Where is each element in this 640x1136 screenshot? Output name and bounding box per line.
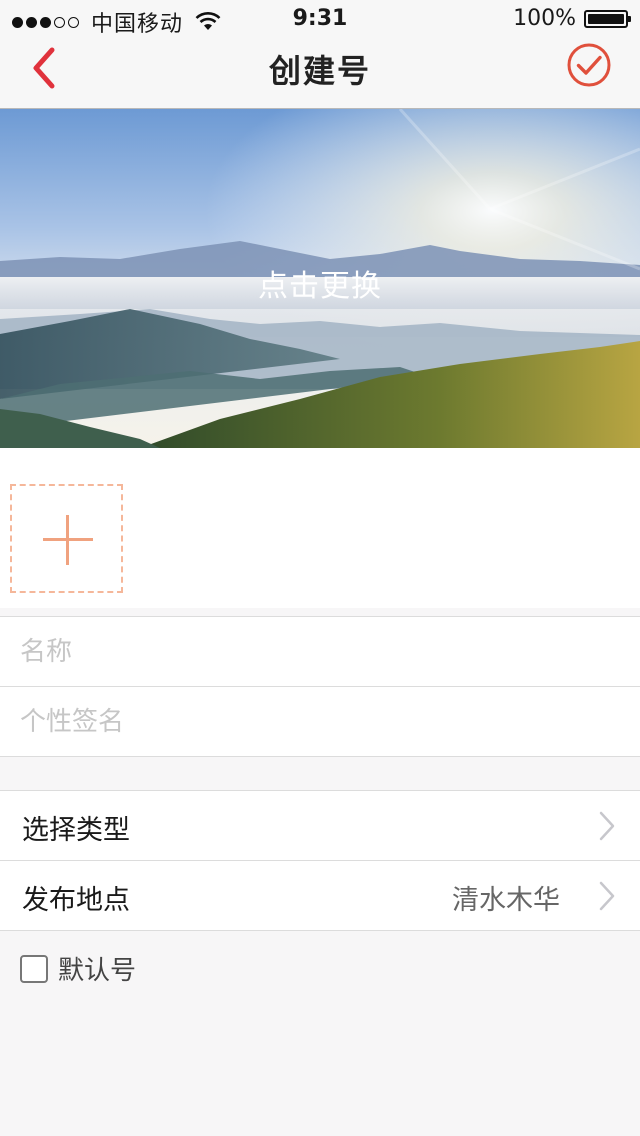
signature-row — [0, 687, 640, 757]
select-type-row[interactable]: 选择类型 — [0, 791, 640, 861]
chevron-right-icon — [599, 881, 615, 911]
status-right: 100% — [513, 6, 631, 31]
add-avatar-button[interactable] — [10, 484, 123, 593]
default-checkbox[interactable] — [20, 954, 48, 983]
navigation-bar: 创建号 — [0, 40, 640, 109]
battery-percentage: 100% — [513, 6, 576, 31]
name-input[interactable] — [20, 617, 620, 686]
plus-icon-vertical — [66, 515, 69, 565]
options-group: 选择类型 发布地点 清水木华 — [0, 790, 640, 931]
select-type-label: 选择类型 — [22, 815, 130, 846]
publish-location-value: 清水木华 — [452, 885, 560, 916]
profile-input-group — [0, 616, 640, 757]
default-account-option: 默认号 — [20, 950, 136, 987]
avatar-section — [0, 448, 640, 608]
signature-input[interactable] — [20, 687, 620, 756]
status-bar: 中国移动 9:31 100% — [0, 0, 640, 40]
publish-location-row[interactable]: 发布地点 清水木华 — [0, 861, 640, 931]
page-title: 创建号 — [268, 52, 371, 90]
change-cover-label: 点击更换 — [258, 269, 382, 304]
default-checkbox-label: 默认号 — [58, 956, 137, 986]
publish-location-label: 发布地点 — [22, 885, 130, 916]
name-row — [0, 617, 640, 687]
cover-image[interactable]: 点击更换 — [0, 109, 640, 448]
chevron-right-icon — [599, 811, 615, 841]
battery-icon — [584, 9, 631, 28]
check-circle-icon[interactable] — [566, 42, 612, 88]
